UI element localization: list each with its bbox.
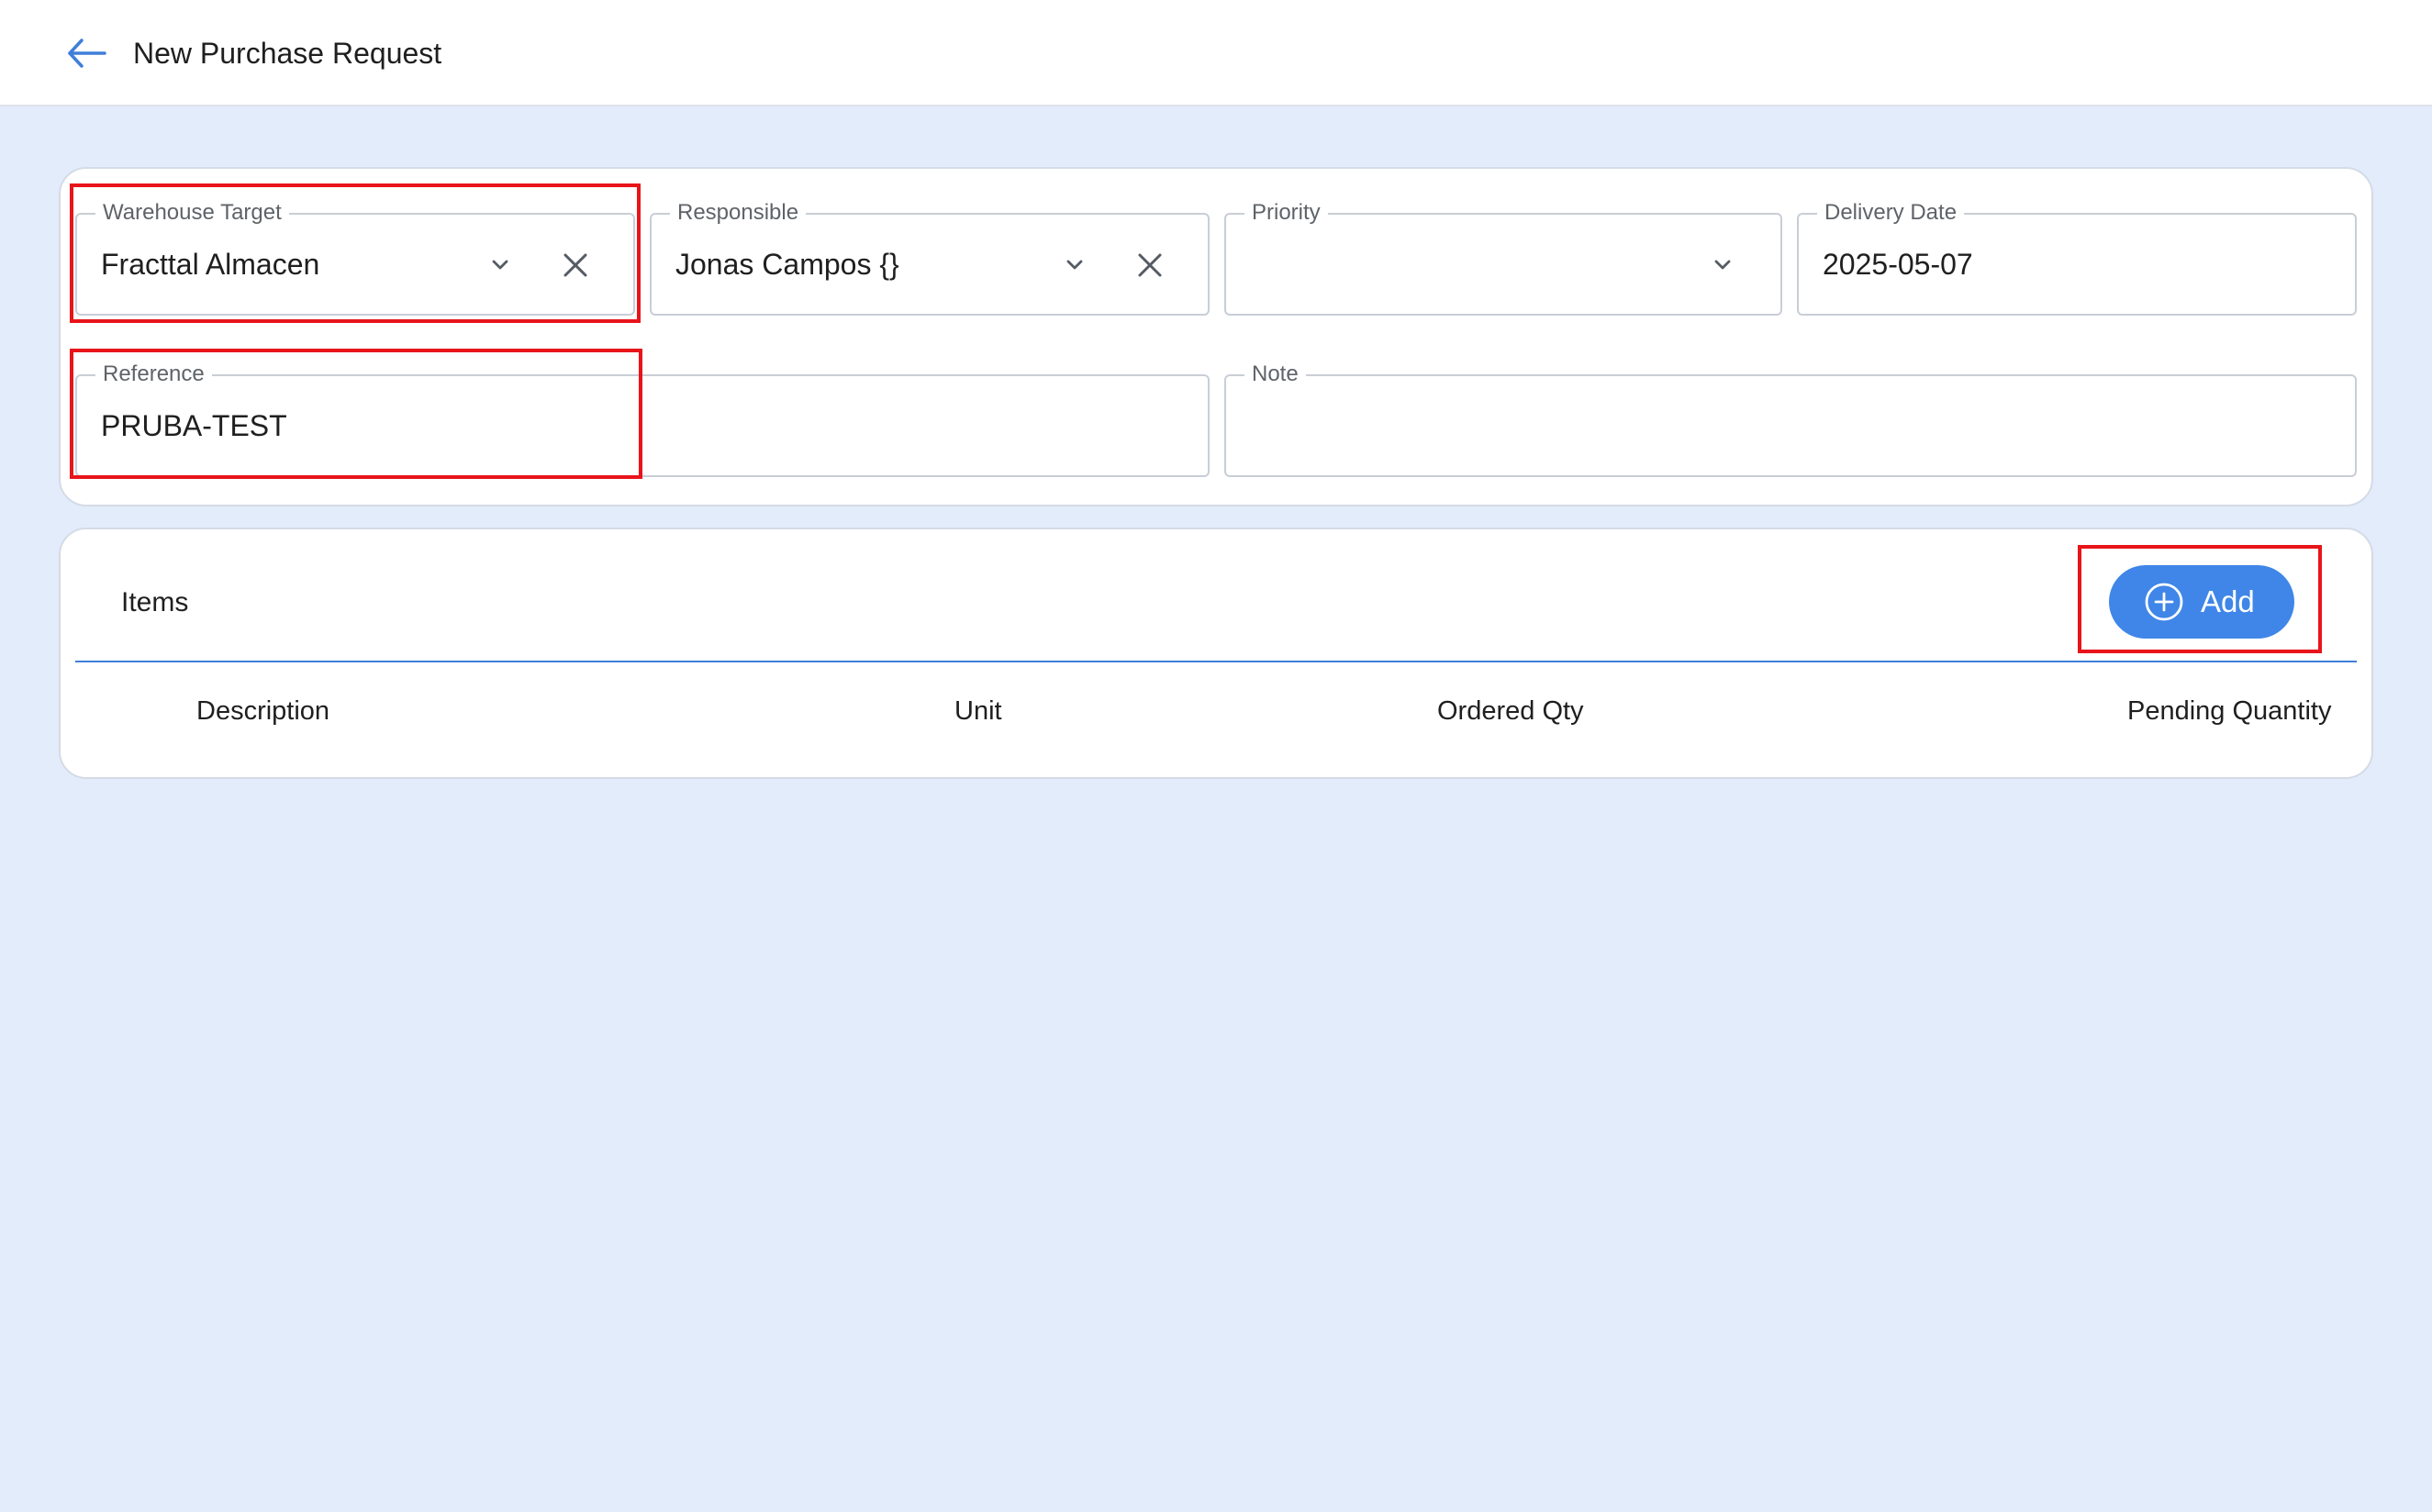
priority-label: Priority [1244,200,1328,226]
add-item-button[interactable]: Add [2109,565,2294,639]
note-field[interactable]: Note [1224,361,2357,477]
close-icon[interactable] [560,250,591,281]
reference-label: Reference [95,361,212,387]
chevron-down-icon[interactable] [486,251,514,279]
responsible-field[interactable]: Responsible Jonas Campos {} [650,200,1210,316]
add-button-label: Add [2201,584,2255,618]
close-icon[interactable] [1134,250,1166,281]
arrow-left-icon [68,39,106,68]
warehouse-target-value: Fracttal Almacen [101,248,320,281]
reference-value: PRUBA-TEST [101,409,287,442]
delivery-date-value: 2025-05-07 [1823,248,1973,281]
chevron-down-icon[interactable] [1061,251,1088,279]
back-button[interactable] [62,33,114,73]
priority-field[interactable]: Priority [1224,200,1782,316]
responsible-value: Jonas Campos {} [675,248,899,281]
delivery-date-label: Delivery Date [1817,200,1965,226]
column-header-pending-quantity[interactable]: Pending Quantity [2127,693,2331,729]
reference-field[interactable]: Reference PRUBA-TEST [75,361,1210,477]
column-header-unit[interactable]: Unit [954,693,1002,729]
warehouse-target-field[interactable]: Warehouse Target Fracttal Almacen [75,200,635,316]
items-card: Items Add Description Unit Ordered Qty P… [59,528,2373,779]
responsible-label: Responsible [670,200,807,226]
request-form-card: Warehouse Target Fracttal Almacen Respon… [59,167,2373,506]
top-bar: New Purchase Request [0,0,2432,106]
note-label: Note [1244,361,1306,387]
column-header-ordered-qty[interactable]: Ordered Qty [1437,693,1584,729]
items-divider [75,661,2357,662]
warehouse-target-label: Warehouse Target [95,200,289,226]
items-title: Items [121,587,189,617]
column-header-description[interactable]: Description [196,693,329,729]
plus-circle-icon [2145,583,2183,621]
page-title: New Purchase Request [133,37,442,70]
chevron-down-icon[interactable] [1709,251,1736,279]
delivery-date-field[interactable]: Delivery Date 2025-05-07 [1797,200,2357,316]
